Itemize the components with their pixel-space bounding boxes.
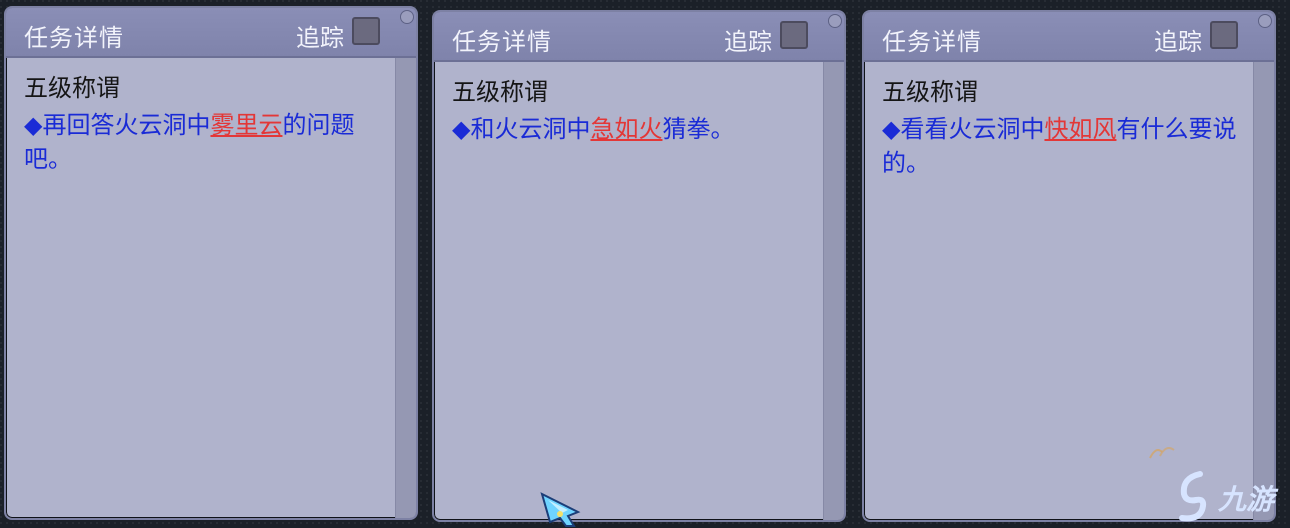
quest-level: 五级称谓 [882, 78, 978, 106]
quest-description: ◆再回答火云洞中雾里云的问题吧。 [24, 108, 382, 176]
panel-header: 任务详情 追踪 [6, 8, 416, 58]
track-label: 追踪 [296, 24, 344, 52]
npc-link[interactable]: 雾里云 [210, 111, 282, 139]
track-label: 追踪 [724, 28, 772, 56]
quest-detail-panel-2: 任务详情 追踪 五级称谓 ◆和火云洞中急如火猜拳。 [432, 10, 846, 522]
quest-description: ◆看看火云洞中快如风有什么要说的。 [882, 112, 1240, 180]
watermark: 九游 [1170, 468, 1282, 524]
desc-prefix: ◆和火云洞中 [452, 115, 591, 143]
jiuyou-logo-icon [1179, 471, 1207, 522]
npc-link[interactable]: 急如火 [590, 115, 662, 143]
scrollbar[interactable] [395, 58, 416, 518]
quest-body: 五级称谓 ◆和火云洞中急如火猜拳。 [434, 62, 824, 520]
panel-title: 任务详情 [452, 28, 552, 56]
watermark-text: 九游 [1218, 483, 1275, 516]
desc-prefix: ◆看看火云洞中 [882, 115, 1045, 143]
desc-prefix: ◆再回答火云洞中 [24, 111, 211, 139]
track-checkbox[interactable] [1210, 21, 1238, 49]
scrollbar[interactable] [823, 62, 844, 520]
corner-rivet-icon [1258, 14, 1272, 28]
cursor-icon [540, 492, 581, 527]
quest-body: 五级称谓 ◆看看火云洞中快如风有什么要说的。 [864, 62, 1254, 520]
corner-rivet-icon [400, 10, 414, 24]
sparkle-icon [1149, 447, 1175, 459]
panel-header: 任务详情 追踪 [434, 12, 844, 62]
track-label: 追踪 [1154, 28, 1202, 56]
panel-title: 任务详情 [882, 28, 982, 56]
desc-suffix: 猜拳。 [662, 115, 735, 143]
quest-description: ◆和火云洞中急如火猜拳。 [452, 112, 810, 146]
quest-level: 五级称谓 [24, 74, 120, 102]
quest-detail-panel-1: 任务详情 追踪 五级称谓 ◆再回答火云洞中雾里云的问题吧。 [4, 6, 418, 520]
panel-header: 任务详情 追踪 [864, 12, 1274, 62]
npc-link[interactable]: 快如风 [1044, 115, 1116, 143]
track-checkbox[interactable] [352, 17, 380, 45]
scrollbar[interactable] [1253, 62, 1274, 520]
panel-title: 任务详情 [24, 24, 124, 52]
track-checkbox[interactable] [780, 21, 808, 49]
quest-detail-panel-3: 任务详情 追踪 五级称谓 ◆看看火云洞中快如风有什么要说的。 [862, 10, 1276, 522]
quest-body: 五级称谓 ◆再回答火云洞中雾里云的问题吧。 [6, 58, 396, 518]
quest-level: 五级称谓 [452, 78, 548, 106]
corner-rivet-icon [828, 14, 842, 28]
